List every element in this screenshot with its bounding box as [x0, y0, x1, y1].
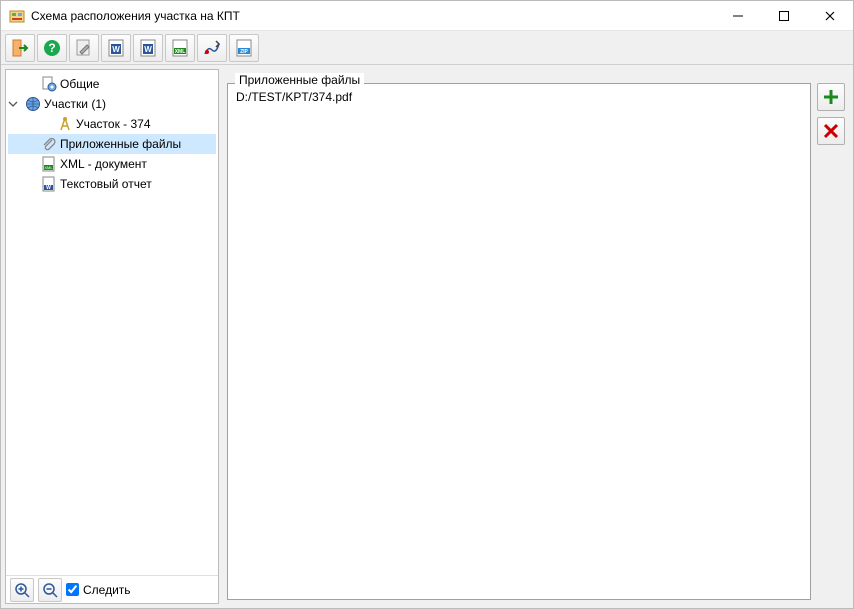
titlebar: Схема расположения участка на КПТ	[1, 1, 853, 31]
close-button[interactable]	[807, 1, 853, 30]
delete-icon	[822, 122, 840, 140]
map-icon	[202, 38, 222, 58]
word-icon: W	[106, 38, 126, 58]
tree-parcel-374[interactable]: Участок - 374	[8, 114, 216, 134]
right-panel: Приложенные файлы D:/TEST/KPT/374.pdf	[219, 65, 853, 608]
app-window: Схема расположения участка на КПТ ?	[0, 0, 854, 609]
exit-button[interactable]	[5, 34, 35, 62]
follow-checkbox-label[interactable]: Следить	[66, 583, 131, 597]
help-button[interactable]: ?	[37, 34, 67, 62]
tree-xml-doc[interactable]: XML XML - документ	[8, 154, 216, 174]
follow-checkbox[interactable]	[66, 583, 79, 596]
word-alt-icon: W	[138, 38, 158, 58]
attachment-icon	[40, 136, 58, 152]
svg-text:XML: XML	[175, 49, 186, 55]
app-icon	[9, 8, 25, 24]
svg-text:ZIP: ZIP	[240, 49, 248, 55]
tree-item-label: Общие	[58, 77, 99, 91]
left-bottom-bar: Следить	[6, 575, 218, 603]
window-title: Схема расположения участка на КПТ	[31, 9, 715, 23]
svg-text:W: W	[144, 45, 152, 54]
toolbar: ? W W XM	[1, 31, 853, 65]
svg-text:W: W	[46, 185, 51, 191]
tree-expand-toggle[interactable]	[8, 99, 24, 109]
window-controls	[715, 1, 853, 30]
word-alt-button[interactable]: W	[133, 34, 163, 62]
side-buttons	[811, 83, 845, 600]
xml-doc-icon: XML	[40, 156, 58, 172]
surveyor-icon	[56, 116, 74, 132]
word-button[interactable]: W	[101, 34, 131, 62]
help-icon: ?	[42, 38, 62, 58]
svg-text:XML: XML	[44, 165, 53, 170]
edit-icon	[74, 38, 94, 58]
tree-parcels[interactable]: Участки (1)	[8, 94, 216, 114]
attached-files-group: Приложенные файлы D:/TEST/KPT/374.pdf	[227, 83, 845, 600]
follow-label-text: Следить	[83, 583, 131, 597]
file-path: D:/TEST/KPT/374.pdf	[236, 90, 352, 104]
tree-text-report[interactable]: W Текстовый отчет	[8, 174, 216, 194]
xml-icon: XML	[170, 38, 190, 58]
maximize-button[interactable]	[761, 1, 807, 30]
remove-file-button[interactable]	[817, 117, 845, 145]
add-file-button[interactable]	[817, 83, 845, 111]
globe-icon	[24, 96, 42, 112]
map-button[interactable]	[197, 34, 227, 62]
svg-text:W: W	[112, 45, 120, 54]
body: Общие Участки (1) Участок - 374 Приложенные…	[1, 65, 853, 608]
plus-icon	[822, 88, 840, 106]
file-row[interactable]: D:/TEST/KPT/374.pdf	[232, 88, 806, 106]
tree-general[interactable]: Общие	[8, 74, 216, 94]
zoom-out-icon	[42, 582, 58, 598]
chevron-down-icon	[8, 99, 18, 109]
text-doc-icon: W	[40, 176, 58, 192]
zip-icon: ZIP	[234, 38, 254, 58]
zoom-in-icon	[14, 582, 30, 598]
file-list[interactable]: D:/TEST/KPT/374.pdf	[227, 83, 811, 600]
xml-button[interactable]: XML	[165, 34, 195, 62]
doc-gear-icon	[40, 76, 58, 92]
tree-item-label: XML - документ	[58, 157, 147, 171]
tree[interactable]: Общие Участки (1) Участок - 374 Приложенные…	[6, 70, 218, 575]
svg-text:?: ?	[48, 41, 55, 55]
minimize-button[interactable]	[715, 1, 761, 30]
zoom-in-button[interactable]	[10, 578, 34, 602]
tree-item-label: Участок - 374	[74, 117, 151, 131]
left-panel: Общие Участки (1) Участок - 374 Приложенные…	[5, 69, 219, 604]
tree-item-label: Текстовый отчет	[58, 177, 152, 191]
tree-attached-files[interactable]: Приложенные файлы	[8, 134, 216, 154]
group-label: Приложенные файлы	[235, 73, 364, 87]
tree-item-label: Приложенные файлы	[58, 137, 181, 151]
exit-icon	[10, 38, 30, 58]
tree-item-label: Участки (1)	[42, 97, 106, 111]
zoom-out-button[interactable]	[38, 578, 62, 602]
zip-button[interactable]: ZIP	[229, 34, 259, 62]
edit-button[interactable]	[69, 34, 99, 62]
